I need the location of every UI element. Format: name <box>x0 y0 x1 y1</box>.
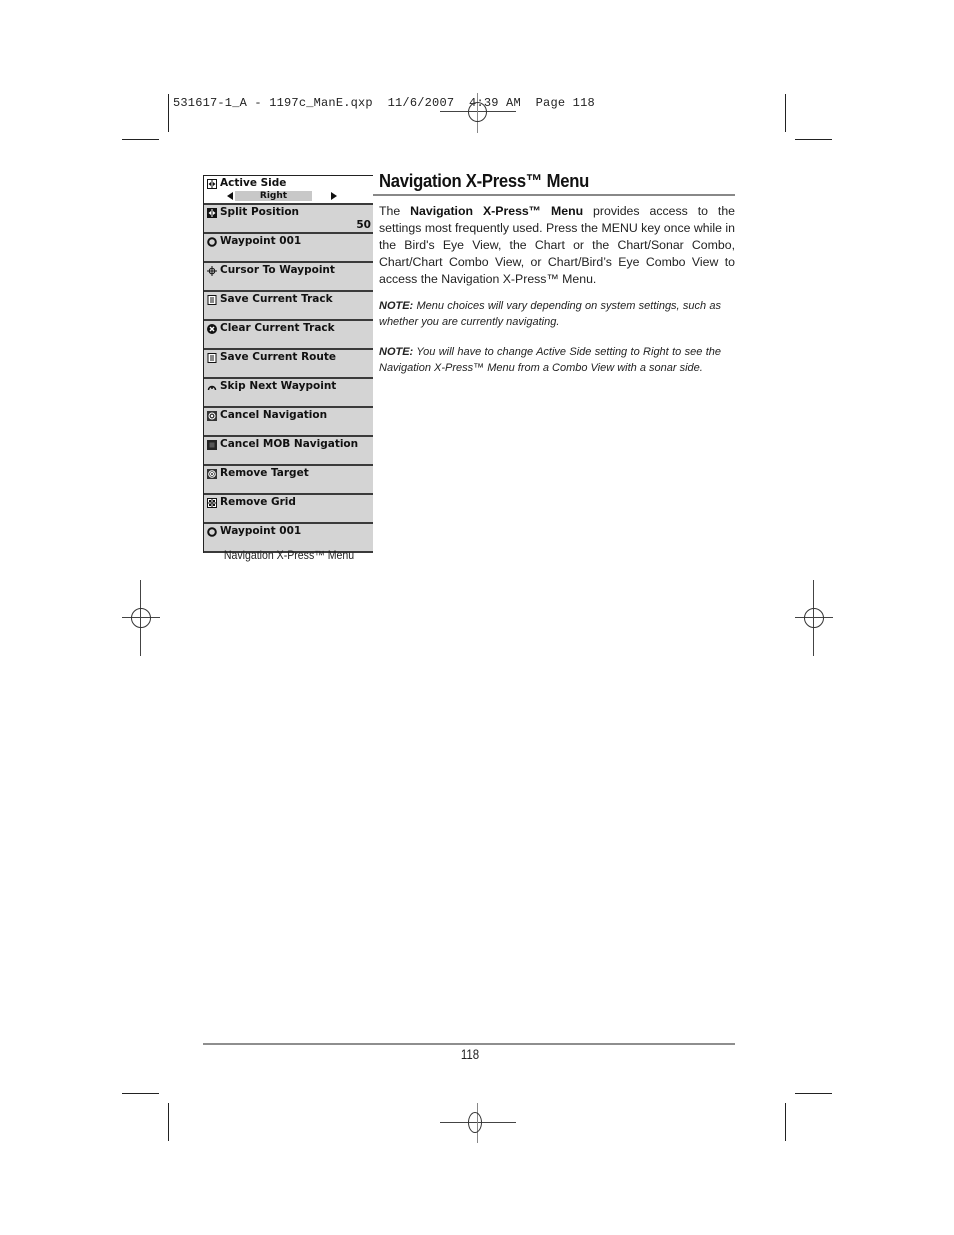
menu-item-label: Cancel MOB Navigation <box>220 438 359 450</box>
menu-item-skip-next-waypoint[interactable]: Skip Next Waypoint <box>204 379 373 408</box>
menu-item-active-side[interactable]: Active Side Right <box>204 175 373 205</box>
heading-divider <box>373 194 735 196</box>
grid-icon <box>207 498 217 508</box>
crop-mark <box>785 1103 786 1141</box>
menu-item-remove-grid[interactable]: Remove Grid <box>204 495 373 524</box>
menu-item-label: Waypoint 001 <box>220 235 302 247</box>
arrow-left-icon[interactable] <box>227 192 233 200</box>
menu-item-save-current-track[interactable]: Save Current Track <box>204 292 373 321</box>
crop-mark <box>795 139 832 140</box>
menu-item-label: Clear Current Track <box>220 322 335 334</box>
navigation-xpress-menu-figure: Active Side Right Split Position 50 Wayp… <box>203 175 373 553</box>
menu-item-remove-target[interactable]: Remove Target <box>204 466 373 495</box>
page-number: 118 <box>460 1047 480 1062</box>
figure-caption: Navigation X-Press™ Menu <box>223 548 355 562</box>
cancel-mob-icon <box>207 440 217 450</box>
crosshair-icon <box>207 266 217 276</box>
skip-icon <box>207 382 217 392</box>
target-icon <box>207 469 217 479</box>
menu-item-label: Split Position <box>220 206 300 218</box>
menu-item-waypoint[interactable]: Waypoint 001 <box>204 234 373 263</box>
active-side-icon <box>207 179 217 189</box>
crop-mark <box>168 1103 169 1141</box>
section-heading: Navigation X-Press™ Menu <box>379 170 590 191</box>
registration-mark-bottom <box>440 1103 516 1143</box>
crop-mark <box>795 1093 832 1094</box>
arrow-right-icon[interactable] <box>331 192 337 200</box>
clear-icon <box>207 324 217 334</box>
menu-item-save-current-route[interactable]: Save Current Route <box>204 350 373 379</box>
crop-mark <box>168 94 169 132</box>
intro-bold-term: Navigation X-Press™ Menu <box>410 204 584 218</box>
menu-item-cancel-navigation[interactable]: Cancel Navigation <box>204 408 373 437</box>
selector-value: Right <box>235 191 312 201</box>
menu-item-label: Waypoint 001 <box>220 525 302 537</box>
menu-item-label: Remove Grid <box>220 496 296 508</box>
registration-mark-top <box>440 93 516 133</box>
crop-mark <box>122 1093 159 1094</box>
registration-mark-right <box>795 580 833 656</box>
footer-divider <box>203 1043 735 1045</box>
menu-item-label: Save Current Track <box>220 293 333 305</box>
registration-mark-left <box>122 580 160 656</box>
menu-item-label: Cursor To Waypoint <box>220 264 335 276</box>
note-text: You will have to change Active Side sett… <box>379 346 721 374</box>
note-label: NOTE: <box>379 346 414 358</box>
note-label: NOTE: <box>379 300 414 312</box>
menu-item-label: Active Side <box>220 177 287 189</box>
crop-mark <box>785 94 786 132</box>
crop-mark <box>122 139 159 140</box>
cancel-navigation-icon <box>207 411 217 421</box>
intro-prefix: The <box>379 204 411 218</box>
active-side-selector[interactable]: Right <box>227 191 337 201</box>
menu-item-cursor-to-waypoint[interactable]: Cursor To Waypoint <box>204 263 373 292</box>
split-position-value: 50 <box>356 219 371 231</box>
note-text: Menu choices will vary depending on syst… <box>379 300 721 328</box>
menu-item-cancel-mob-navigation[interactable]: Cancel MOB Navigation <box>204 437 373 466</box>
save-icon <box>207 295 217 305</box>
note-paragraph: NOTE: Menu choices will vary depending o… <box>379 298 721 330</box>
menu-item-label: Save Current Route <box>220 351 336 363</box>
intro-paragraph: The Navigation X-Press™ Menu provides ac… <box>379 203 735 288</box>
note-paragraph: NOTE: You will have to change Active Sid… <box>379 344 721 376</box>
save-icon <box>207 353 217 363</box>
slug-line: 531617-1_A - 1197c_ManE.qxp 11/6/2007 4:… <box>173 96 595 110</box>
waypoint-icon <box>207 527 217 537</box>
menu-item-clear-current-track[interactable]: Clear Current Track <box>204 321 373 350</box>
menu-item-split-position[interactable]: Split Position 50 <box>204 205 373 234</box>
split-position-icon <box>207 208 217 218</box>
waypoint-icon <box>207 237 217 247</box>
menu-item-label: Remove Target <box>220 467 309 479</box>
menu-item-label: Cancel Navigation <box>220 409 328 421</box>
menu-item-label: Skip Next Waypoint <box>220 380 337 392</box>
